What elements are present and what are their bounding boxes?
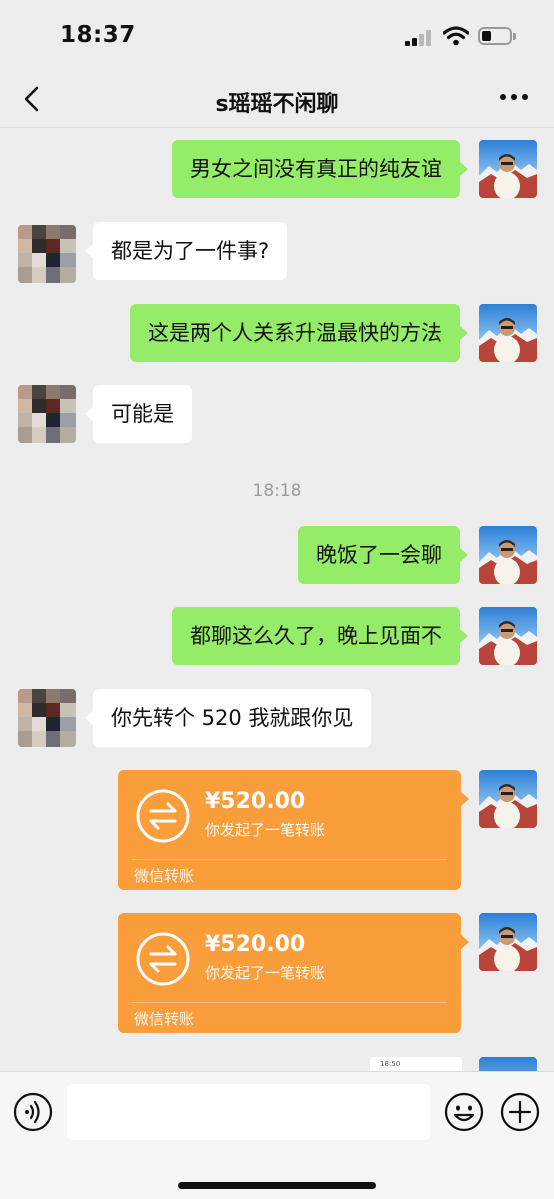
input-bar bbox=[0, 1071, 554, 1199]
my-avatar[interactable] bbox=[479, 770, 537, 828]
message-list[interactable]: 男女之间没有真正的纯友谊 都是为了一件事? 这是两个人关系升温最快的方法 可能是… bbox=[0, 129, 554, 1071]
battery-icon bbox=[478, 27, 516, 45]
transfer-description: 你发起了一笔转账 bbox=[205, 821, 326, 839]
transfer-icon bbox=[135, 931, 191, 987]
battery-fill bbox=[482, 31, 491, 41]
transfer-icon bbox=[135, 788, 191, 844]
status-bar: 18:37 bbox=[0, 0, 554, 70]
transfer-footer: 微信转账 bbox=[134, 867, 195, 885]
home-indicator[interactable] bbox=[178, 1182, 376, 1189]
message-bubble[interactable]: 晚饭了一会聊 bbox=[298, 526, 468, 584]
divider bbox=[132, 1002, 447, 1003]
my-avatar[interactable] bbox=[479, 913, 537, 971]
message-bubble[interactable]: 都是为了一件事? bbox=[84, 222, 288, 280]
voice-icon[interactable] bbox=[13, 1092, 53, 1132]
contact-avatar[interactable] bbox=[18, 689, 76, 747]
chat-header: s瑶瑶不闲聊 bbox=[0, 70, 554, 128]
my-avatar[interactable] bbox=[479, 526, 537, 584]
my-avatar[interactable] bbox=[479, 607, 537, 665]
emoji-icon[interactable] bbox=[444, 1092, 484, 1132]
plus-icon[interactable] bbox=[500, 1092, 540, 1132]
transfer-amount: ¥520.00 bbox=[205, 789, 306, 814]
ellipsis-icon[interactable] bbox=[500, 94, 528, 102]
contact-avatar[interactable] bbox=[18, 385, 76, 443]
thumbnail-time: 18:50 bbox=[380, 1060, 401, 1068]
image-message-thumbnail[interactable]: 18:50 bbox=[370, 1057, 462, 1071]
message-input[interactable] bbox=[67, 1084, 430, 1140]
divider bbox=[132, 859, 447, 860]
my-avatar[interactable] bbox=[479, 140, 537, 198]
cellular-signal-icon bbox=[405, 30, 433, 46]
transfer-amount: ¥520.00 bbox=[205, 932, 306, 957]
message-bubble[interactable]: 你先转个 520 我就跟你见 bbox=[84, 689, 372, 747]
transfer-card[interactable]: ¥520.00 你发起了一笔转账 微信转账 bbox=[118, 770, 469, 890]
message-bubble[interactable]: 这是两个人关系升温最快的方法 bbox=[130, 304, 468, 362]
my-avatar[interactable] bbox=[479, 1057, 537, 1071]
contact-avatar[interactable] bbox=[18, 225, 76, 283]
status-time: 18:37 bbox=[60, 22, 136, 48]
message-bubble[interactable]: 可能是 bbox=[85, 385, 192, 443]
my-avatar[interactable] bbox=[479, 304, 537, 362]
chat-title: s瑶瑶不闲聊 bbox=[215, 92, 339, 117]
message-bubble[interactable]: 男女之间没有真正的纯友谊 bbox=[172, 140, 468, 198]
message-bubble[interactable]: 都聊这么久了，晚上见面不 bbox=[172, 607, 468, 665]
transfer-card[interactable]: ¥520.00 你发起了一笔转账 微信转账 bbox=[118, 913, 469, 1033]
wifi-icon bbox=[443, 26, 469, 46]
message-timestamp: 18:18 bbox=[252, 481, 302, 501]
transfer-description: 你发起了一笔转账 bbox=[205, 964, 326, 982]
transfer-footer: 微信转账 bbox=[134, 1010, 195, 1028]
